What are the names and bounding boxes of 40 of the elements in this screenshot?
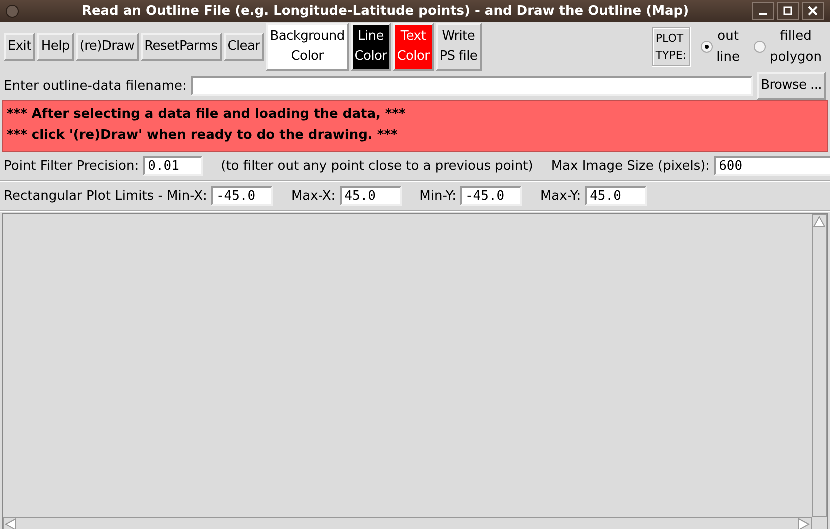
horizontal-scrollbar[interactable] — [3, 517, 812, 529]
message-text: *** After selecting a data file and loading the data, *** — [7, 106, 407, 124]
field-label: Min-Y: — [420, 188, 456, 204]
vertical-scrollbar[interactable] — [812, 214, 827, 517]
toolbar-button[interactable]: Exit — [4, 33, 36, 61]
limit-field[interactable]: -45.0 — [460, 186, 522, 206]
toolbar-button[interactable]: Help — [37, 33, 74, 61]
left-arrow-icon[interactable] — [4, 518, 18, 529]
window-menu-icon[interactable] — [6, 4, 19, 18]
field-label: Max-Y: — [540, 188, 582, 204]
color-button[interactable]: Line Color — [350, 23, 392, 71]
field-label: Rectangular Plot Limits - Min-X: — [4, 188, 208, 204]
toolbar-button[interactable]: ResetParms — [140, 33, 222, 61]
field-label: Max-X: — [291, 188, 336, 204]
minimize-icon[interactable] — [752, 2, 774, 20]
field-label: Point Filter Precision: — [4, 158, 140, 174]
message-text: *** click '(re)Draw' when ready to do the drawing. *** — [7, 127, 399, 145]
toolbar-button[interactable]: (re)Draw — [76, 33, 139, 61]
close-icon[interactable] — [802, 2, 824, 20]
color-button[interactable]: Background Color — [266, 23, 349, 71]
precision-field[interactable]: 0.01 — [143, 156, 204, 176]
field-label: Enter outline-data filename: — [4, 78, 187, 94]
filename-field[interactable] — [190, 76, 754, 96]
radio-option[interactable]: filled polygon — [750, 26, 826, 68]
hint-text: (to filter out any point close to a previous point) — [221, 158, 534, 174]
browse-button[interactable]: Browse ... — [757, 72, 826, 100]
limit-field[interactable]: 45.0 — [585, 186, 648, 206]
toolbar-button[interactable]: Clear — [224, 33, 264, 61]
limit-field[interactable]: 45.0 — [340, 186, 402, 206]
window-title: Read an Outline File (e.g. Longitude-Latitude points) - and Draw the Outline (Map) — [80, 4, 690, 18]
radio-option[interactable]: out line — [696, 26, 744, 68]
field-label: Max Image Size (pixels): — [551, 158, 710, 174]
image-size-field[interactable]: 600 — [714, 156, 830, 176]
right-arrow-icon[interactable] — [797, 518, 811, 529]
limit-field[interactable]: -45.0 — [211, 186, 274, 206]
color-button[interactable]: Text Color — [393, 23, 434, 71]
plot-type-label: PLOT TYPE: — [652, 27, 691, 67]
maximize-icon[interactable] — [777, 2, 799, 20]
up-arrow-icon[interactable] — [813, 215, 826, 229]
toolbar-button[interactable]: Write PS file — [436, 23, 482, 71]
